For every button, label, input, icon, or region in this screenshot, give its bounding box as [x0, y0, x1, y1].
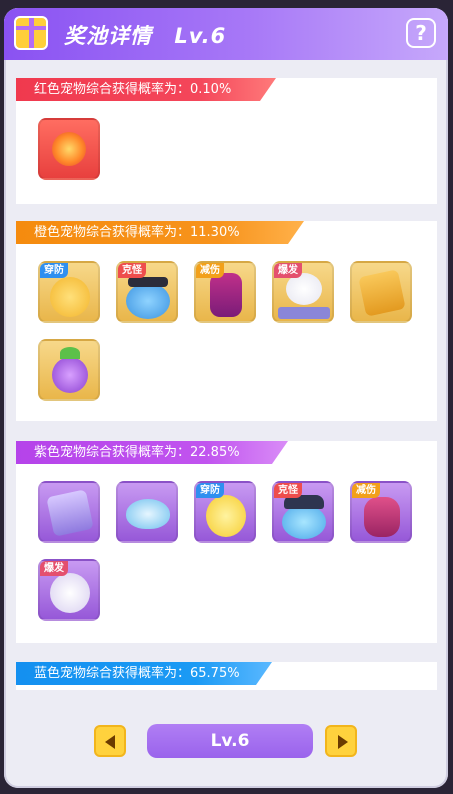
berry-icon[interactable]	[38, 339, 100, 401]
badge-label: 减伤	[352, 483, 380, 498]
ingot-icon[interactable]	[116, 481, 178, 543]
header-bar: 奖池详情 Lv.6 ?	[4, 8, 448, 60]
badge-label: 爆发	[40, 561, 68, 576]
chick-warrior-icon[interactable]: 穿防	[38, 261, 100, 323]
badge-label: 爆发	[274, 263, 302, 278]
right-arrow-icon	[338, 735, 348, 749]
section-purple: 紫色宠物综合获得概率为：22.85% 穿防 克怪 减伤 爆发	[16, 441, 437, 643]
cat-icon[interactable]: 爆发	[38, 559, 100, 621]
left-arrow-icon	[105, 735, 115, 749]
ant-icon[interactable]: 减伤	[350, 481, 412, 543]
gift-icon	[14, 16, 48, 50]
section-blue: 蓝色宠物综合获得概率为：65.75%	[16, 662, 437, 690]
badge-label: 穿防	[196, 483, 224, 498]
help-button[interactable]: ?	[406, 18, 436, 48]
title-level: Lv.6	[174, 24, 227, 48]
badge-label: 克怪	[274, 483, 302, 498]
badge-label: 克怪	[118, 263, 146, 278]
badge-label: 穿防	[40, 263, 68, 278]
ninja-icon[interactable]: 减伤	[194, 261, 256, 323]
paw-book-icon[interactable]	[350, 261, 412, 323]
pirate-slime-icon[interactable]: 克怪	[116, 261, 178, 323]
title-text: 奖池详情	[64, 24, 152, 48]
badge-label: 减伤	[196, 263, 224, 278]
level-selector[interactable]: Lv.6	[147, 724, 313, 758]
section-orange: 橙色宠物综合获得概率为：11.30% 穿防 克怪 减伤 爆发	[16, 221, 437, 421]
dj-cat-icon[interactable]: 爆发	[272, 261, 334, 323]
paw-book-icon[interactable]	[38, 481, 100, 543]
police-slime-icon[interactable]: 克怪	[272, 481, 334, 543]
prize-pool-panel: 奖池详情 Lv.6 ? 红色宠物综合获得概率为：0.10% 橙色宠物综合获得概率…	[4, 8, 448, 788]
prev-level-button[interactable]	[94, 725, 126, 757]
orange-probability-label: 橙色宠物综合获得概率为：11.30%	[16, 221, 304, 244]
section-red: 红色宠物综合获得概率为：0.10%	[16, 78, 437, 204]
page-title: 奖池详情 Lv.6	[64, 20, 226, 50]
chick-icon[interactable]: 穿防	[194, 481, 256, 543]
red-probability-label: 红色宠物综合获得概率为：0.10%	[16, 78, 276, 101]
blue-probability-label: 蓝色宠物综合获得概率为：65.75%	[16, 662, 272, 685]
next-level-button[interactable]	[325, 725, 357, 757]
purple-probability-label: 紫色宠物综合获得概率为：22.85%	[16, 441, 288, 464]
fire-egg-icon[interactable]	[38, 118, 100, 180]
